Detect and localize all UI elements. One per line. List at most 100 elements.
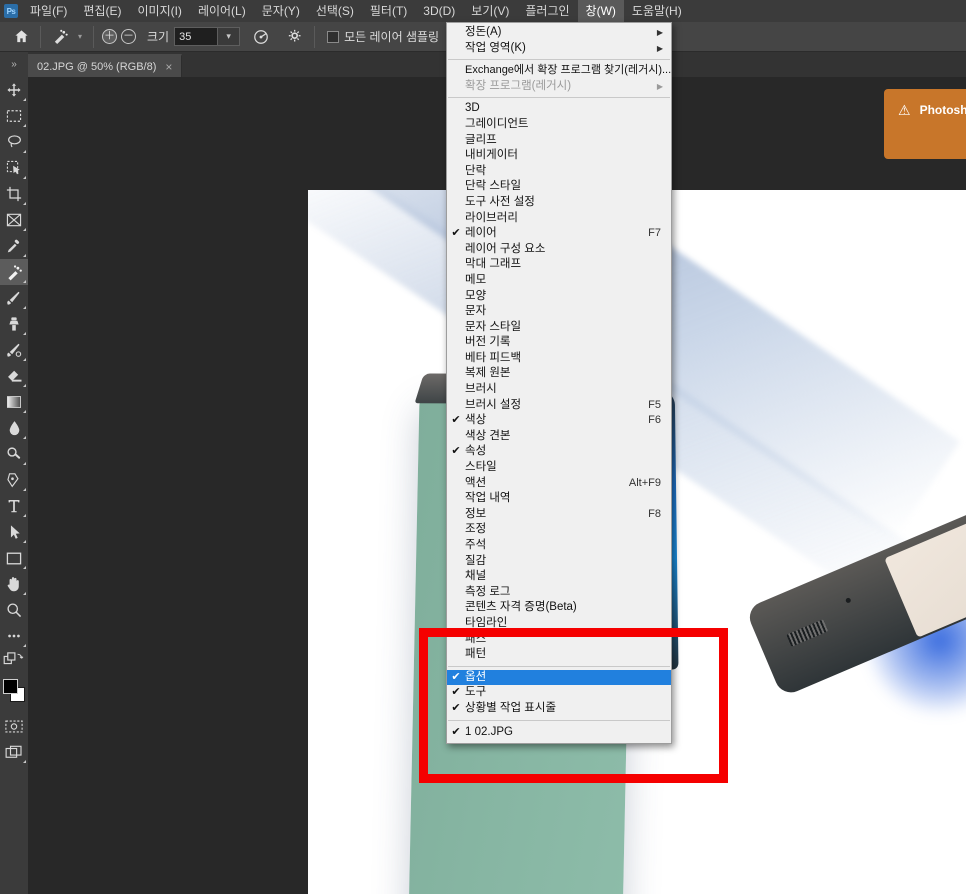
color-swatches[interactable]	[0, 675, 28, 707]
quick-mask-icon[interactable]	[0, 713, 28, 739]
brush-angle-icon[interactable]	[248, 24, 274, 50]
menu-item-actions[interactable]: 액션 Alt+F9	[447, 476, 671, 492]
default-colors-and-swap[interactable]	[0, 649, 28, 671]
menu-item-workspace[interactable]: 작업 영역(K) ▶	[447, 41, 671, 57]
menu-item-info[interactable]: 정보 F8	[447, 507, 671, 523]
menu-item-swatches[interactable]: 색상 견본	[447, 429, 671, 445]
menu-item-paragraph[interactable]: 단락	[447, 164, 671, 180]
menu-item-properties[interactable]: ✔ 속성	[447, 444, 671, 460]
double-chevron-right-icon[interactable]: »	[0, 52, 28, 77]
menu-edit[interactable]: 편집(E)	[75, 0, 129, 22]
menu-item-brushes[interactable]: 브러시	[447, 382, 671, 398]
menu-file[interactable]: 파일(F)	[22, 0, 75, 22]
menu-window[interactable]: 창(W)	[577, 0, 624, 22]
menu-item-timeline[interactable]: 타임라인	[447, 616, 671, 632]
menu-item-comments[interactable]: 주석	[447, 538, 671, 554]
spot-healing-brush-tool[interactable]	[0, 259, 28, 285]
edit-toolbar-tool[interactable]	[0, 623, 28, 649]
menu-filter[interactable]: 필터(T)	[362, 0, 415, 22]
menu-item-version-history[interactable]: 버전 기록	[447, 335, 671, 351]
object-selection-tool[interactable]	[0, 155, 28, 181]
menu-item-document-1[interactable]: ✔ 1 02.JPG	[447, 724, 671, 741]
menu-item-adjustments[interactable]: 조정	[447, 522, 671, 538]
menu-plugins[interactable]: 플러그인	[517, 0, 577, 22]
sample-all-layers-checkbox[interactable]: 모든 레이어 샘플링	[321, 28, 445, 45]
screen-mode-icon[interactable]	[0, 739, 28, 765]
menu-help[interactable]: 도움말(H)	[624, 0, 690, 22]
eraser-tool[interactable]	[0, 363, 28, 389]
menu-item-paragraph-styles[interactable]: 단락 스타일	[447, 179, 671, 195]
menu-item-label: 확장 프로그램(레거시)	[465, 79, 572, 92]
menu-item-notes[interactable]: 메모	[447, 273, 671, 289]
menu-item-layers[interactable]: ✔ 레이어 F7	[447, 226, 671, 242]
menu-image[interactable]: 이미지(I)	[129, 0, 189, 22]
menu-item-3d[interactable]: 3D	[447, 101, 671, 117]
close-icon[interactable]: ×	[165, 61, 172, 73]
menu-item-measurement-log[interactable]: 측정 로그	[447, 585, 671, 601]
add-to-selection-icon[interactable]: ＋	[102, 29, 117, 44]
menu-item-brush-settings[interactable]: 브러시 설정 F5	[447, 398, 671, 414]
menu-item-styles[interactable]: 스타일	[447, 460, 671, 476]
brush-tool[interactable]	[0, 285, 28, 311]
menu-type[interactable]: 문자(Y)	[254, 0, 308, 22]
crop-tool[interactable]	[0, 181, 28, 207]
menu-item-tool-presets[interactable]: 도구 사전 설정	[447, 195, 671, 211]
move-tool[interactable]	[0, 77, 28, 103]
path-selection-tool[interactable]	[0, 519, 28, 545]
menu-item-find-extensions-exchange[interactable]: Exchange에서 확장 프로그램 찾기(레거시)...	[447, 63, 671, 79]
lasso-tool[interactable]	[0, 129, 28, 155]
blur-tool[interactable]	[0, 415, 28, 441]
frame-tool[interactable]	[0, 207, 28, 233]
spot-healing-brush-icon[interactable]	[47, 24, 73, 50]
menu-separator	[448, 97, 670, 99]
menu-item-clone-source[interactable]: 복제 원본	[447, 366, 671, 382]
brush-size-dropdown-icon[interactable]: ▾	[218, 27, 241, 46]
menu-item-gradient[interactable]: 그레이디언트	[447, 117, 671, 133]
subtract-from-selection-icon[interactable]: －	[121, 29, 136, 44]
menu-item-character-styles[interactable]: 문자 스타일	[447, 320, 671, 336]
eyedropper-tool[interactable]	[0, 233, 28, 259]
menu-item-glyphs[interactable]: 글리프	[447, 133, 671, 149]
menu-select[interactable]: 선택(S)	[308, 0, 362, 22]
foreground-color-swatch[interactable]	[3, 679, 18, 694]
horizontal-type-tool[interactable]	[0, 493, 28, 519]
tablet-pressure-icon[interactable]	[282, 24, 308, 50]
menu-layer[interactable]: 레이어(L)	[190, 0, 254, 22]
rectangle-tool[interactable]	[0, 545, 28, 571]
hand-tool[interactable]	[0, 571, 28, 597]
menu-accel: Alt+F9	[628, 476, 661, 489]
menu-item-navigator[interactable]: 내비게이터	[447, 148, 671, 164]
menu-item-content-credentials[interactable]: 콘텐츠 자격 증명(Beta)	[447, 600, 671, 616]
home-icon[interactable]	[8, 24, 34, 50]
menu-item-shapes[interactable]: 모양	[447, 289, 671, 305]
menu-item-layer-comps[interactable]: 레이어 구성 요소	[447, 242, 671, 258]
menu-item-arrange[interactable]: 정돈(A) ▶	[447, 25, 671, 41]
menu-item-libraries[interactable]: 라이브러리	[447, 211, 671, 227]
menu-item-materials[interactable]: 질감	[447, 554, 671, 570]
document-tab-02jpg[interactable]: 02.JPG @ 50% (RGB/8) ×	[28, 54, 183, 77]
menu-item-contextual-task-bar[interactable]: ✔ 상황별 작업 표시줄	[447, 701, 671, 717]
menu-item-color[interactable]: ✔ 색상 F6	[447, 413, 671, 429]
menu-item-character[interactable]: 문자	[447, 304, 671, 320]
photoshop-alert-toast[interactable]: ⚠ Photoshop	[884, 89, 966, 159]
history-brush-tool[interactable]	[0, 337, 28, 363]
menu-item-beta-feedback[interactable]: 베타 피드백	[447, 351, 671, 367]
window-menu-dropdown[interactable]: 정돈(A) ▶ 작업 영역(K) ▶ Exchange에서 확장 프로그램 찾기…	[446, 22, 672, 744]
menu-item-channels[interactable]: 채널	[447, 569, 671, 585]
menu-item-patterns[interactable]: 패턴	[447, 647, 671, 663]
menu-item-history[interactable]: 작업 내역	[447, 491, 671, 507]
menu-item-tools[interactable]: ✔ 도구	[447, 685, 671, 701]
menu-view[interactable]: 보기(V)	[463, 0, 517, 22]
rectangular-marquee-tool[interactable]	[0, 103, 28, 129]
gradient-tool[interactable]	[0, 389, 28, 415]
pen-tool[interactable]	[0, 467, 28, 493]
menu-item-options[interactable]: ✔ 옵션	[447, 669, 671, 686]
dodge-tool[interactable]	[0, 441, 28, 467]
menu-item-paths[interactable]: 패스	[447, 632, 671, 648]
brush-size-input[interactable]: 35	[174, 27, 219, 46]
zoom-tool[interactable]	[0, 597, 28, 623]
clone-stamp-tool[interactable]	[0, 311, 28, 337]
tool-preset-chevron-icon[interactable]: ▾	[73, 24, 87, 50]
menu-3d[interactable]: 3D(D)	[415, 0, 463, 22]
menu-item-histogram[interactable]: 막대 그래프	[447, 257, 671, 273]
